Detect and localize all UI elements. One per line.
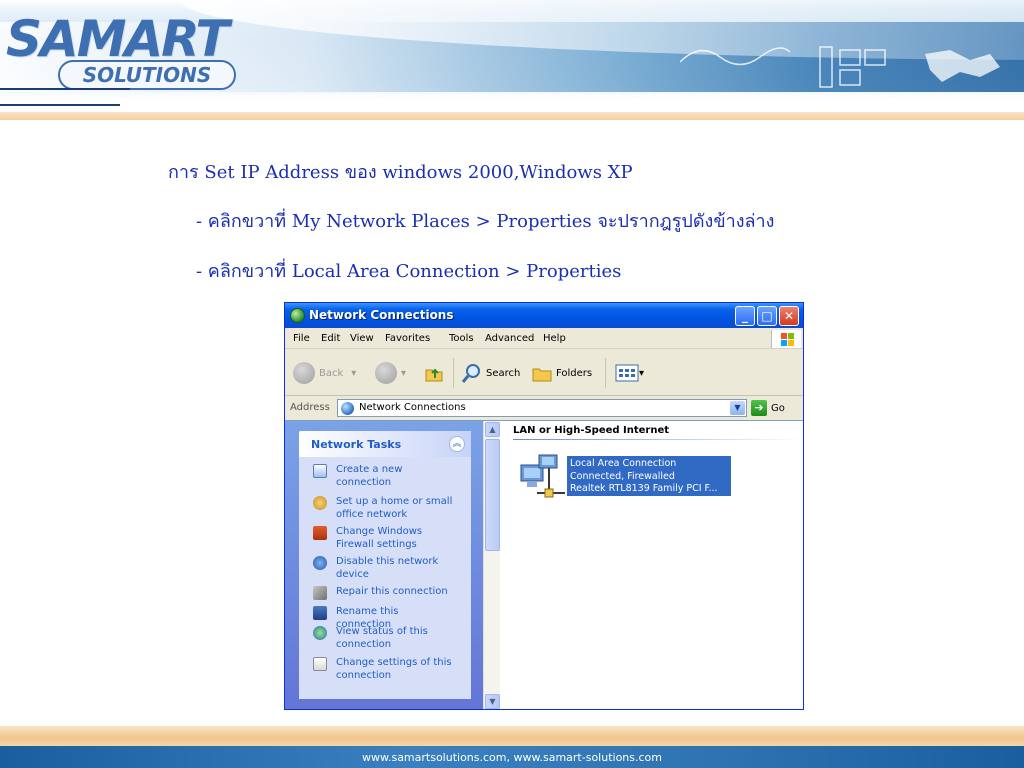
connection-device: Realtek RTL8139 Family PCI F... (570, 483, 718, 494)
search-icon (461, 364, 480, 383)
chevron-down-icon: ▾ (401, 367, 407, 379)
task-home-network[interactable]: Set up a home or small office network (313, 495, 454, 521)
forward-button[interactable]: ▾ (375, 362, 406, 384)
network-decoration-icon (680, 46, 1000, 88)
task-repair-connection[interactable]: Repair this connection (313, 585, 454, 600)
task-change-settings[interactable]: Change settings of this connection (313, 656, 454, 682)
close-button[interactable]: ✕ (779, 306, 799, 326)
menu-file[interactable]: File (293, 333, 310, 344)
network-tasks-panel: Network Tasks ︽ Create a new connection … (299, 431, 471, 699)
connection-status: Connected, Firewalled (570, 470, 675, 482)
network-icon (341, 402, 354, 415)
home-network-icon (313, 496, 327, 510)
content-area: Network Tasks ︽ Create a new connection … (285, 420, 803, 709)
task-pane: Network Tasks ︽ Create a new connection … (285, 421, 483, 709)
group-divider (513, 439, 803, 440)
group-header: LAN or High-Speed Internet (513, 425, 670, 436)
menu-favorites[interactable]: Favorites (385, 333, 430, 344)
search-button[interactable]: Search (461, 362, 520, 384)
connections-list: LAN or High-Speed Internet Local Area Co… (501, 421, 803, 709)
address-label: Address (290, 402, 330, 413)
address-bar: Address Network Connections ▼ ➔ Go (285, 397, 803, 419)
vertical-scrollbar[interactable]: ▲ ▼ (483, 421, 500, 709)
lan-connection-icon[interactable] (519, 451, 569, 499)
address-dropdown-icon[interactable]: ▼ (730, 401, 745, 415)
task-view-status[interactable]: View status of this connection (313, 625, 454, 651)
menu-bar: File Edit View Favorites Tools Advanced … (285, 329, 803, 349)
title-bar[interactable]: Network Connections _ □ ✕ (285, 303, 803, 328)
settings-icon (313, 657, 327, 671)
scroll-up-icon[interactable]: ▲ (485, 422, 500, 437)
menu-help[interactable]: Help (543, 333, 566, 344)
window-title: Network Connections (309, 308, 454, 322)
back-button[interactable]: Back ▾ (293, 362, 356, 384)
repair-icon (313, 586, 327, 600)
header-stripe (0, 112, 1024, 120)
chevron-down-icon: ▾ (351, 367, 357, 379)
address-input[interactable]: Network Connections ▼ (337, 399, 747, 417)
go-arrow-icon: ➔ (751, 400, 767, 416)
menu-edit[interactable]: Edit (321, 333, 340, 344)
network-connections-icon (290, 308, 305, 323)
up-folder-button[interactable] (423, 362, 445, 384)
go-button[interactable]: ➔ Go (751, 399, 799, 417)
network-connections-window: Network Connections _ □ ✕ File Edit View… (284, 302, 804, 710)
chevron-down-icon: ▾ (639, 367, 645, 379)
views-button[interactable]: ▾ (615, 362, 644, 384)
scroll-thumb[interactable] (485, 439, 500, 551)
slide-line-3: - คลิกขวาที่ Local Area Connection > Pro… (196, 261, 622, 282)
disable-icon (313, 556, 327, 570)
folders-icon (532, 368, 552, 382)
scroll-down-icon[interactable]: ▼ (485, 694, 500, 709)
task-create-connection[interactable]: Create a new connection (313, 463, 454, 489)
maximize-button[interactable]: □ (757, 306, 777, 326)
wave-line (0, 88, 130, 90)
wave-line (0, 104, 120, 106)
connection-name: Local Area Connection (570, 458, 677, 469)
slide-line-1: การ Set IP Address ของ windows 2000,Wind… (168, 162, 633, 183)
back-arrow-icon (293, 362, 315, 384)
folders-button[interactable]: Folders (531, 362, 592, 384)
slide-line-2: - คลิกขวาที่ My Network Places > Propert… (196, 211, 775, 232)
menu-view[interactable]: View (350, 333, 374, 344)
collapse-icon[interactable]: ︽ (449, 436, 465, 452)
firewall-icon (313, 526, 327, 540)
forward-arrow-icon (375, 362, 397, 384)
rename-icon (313, 606, 327, 620)
network-tasks-header[interactable]: Network Tasks ︽ (299, 431, 471, 457)
logo-solutions: SOLUTIONS (58, 60, 236, 90)
new-connection-icon (313, 464, 327, 478)
views-icon (615, 364, 639, 382)
slide-header: SAMART SOLUTIONS (0, 0, 1024, 120)
local-area-connection-item[interactable]: Local Area Connection Connected, Firewal… (567, 456, 731, 496)
task-disable-device[interactable]: Disable this network device (313, 555, 454, 581)
minimize-button[interactable]: _ (735, 306, 755, 326)
footer-bar: www.samartsolutions.com, www.samart-solu… (0, 746, 1024, 768)
menu-advanced[interactable]: Advanced (485, 333, 534, 344)
task-firewall-settings[interactable]: Change Windows Firewall settings (313, 525, 454, 551)
status-icon (313, 626, 327, 640)
toolbar: Back ▾ ▾ Search Folders ▾ (285, 350, 803, 396)
footer-links: www.samartsolutions.com, www.samart-solu… (361, 751, 662, 764)
up-folder-icon (425, 368, 443, 382)
windows-logo-icon (771, 330, 801, 348)
menu-tools[interactable]: Tools (449, 333, 474, 344)
